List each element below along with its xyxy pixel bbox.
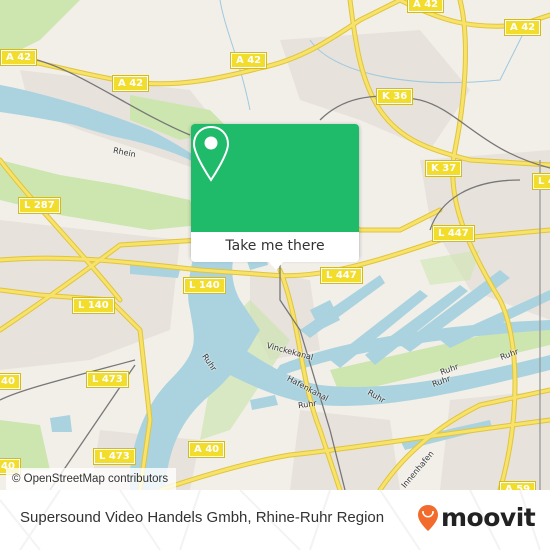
map-attribution[interactable]: © OpenStreetMap contributors xyxy=(6,468,177,490)
road-shield: A 42 xyxy=(111,75,150,92)
popup-pointer xyxy=(268,261,284,270)
take-me-there-button[interactable]: Take me there xyxy=(191,232,359,262)
road-shield: A 42 xyxy=(406,0,445,13)
road-shield: A 42 xyxy=(503,19,542,36)
road-shield: K 37 xyxy=(424,160,463,177)
road-shield: 40 xyxy=(0,373,21,390)
road-shield: L 287 xyxy=(18,197,61,214)
road-shield: A 42 xyxy=(229,52,268,69)
road-shield: A 42 xyxy=(0,49,38,66)
road-shield: L 473 xyxy=(86,371,129,388)
footer: Supersound Video Handels Gmbh, Rhine-Ruh… xyxy=(0,490,550,550)
map-view[interactable]: A 42 A 42 A 42 A 42 A 42 K 36 K 37 L 4 L… xyxy=(0,0,550,490)
road-shield: L 140 xyxy=(183,277,226,294)
location-popup: Take me there xyxy=(191,124,359,270)
map-pin-icon xyxy=(192,125,230,182)
road-shield: K 36 xyxy=(375,88,414,105)
road-shield: L 473 xyxy=(93,448,136,465)
road-shield: L 447 xyxy=(432,225,475,242)
road-shield: L 447 xyxy=(320,267,363,284)
moovit-smiley-pin-icon xyxy=(418,505,438,531)
road-shield: A 40 xyxy=(187,441,226,458)
moovit-wordmark: moovit xyxy=(441,503,536,532)
road-shield: A 59 xyxy=(498,481,537,490)
road-shield: L 4 xyxy=(532,173,550,190)
road-shield: L 140 xyxy=(72,297,115,314)
popup-header xyxy=(191,124,359,232)
place-name: Supersound Video Handels Gmbh, Rhine-Ruh… xyxy=(20,509,385,526)
moovit-logo[interactable]: moovit xyxy=(417,503,536,533)
